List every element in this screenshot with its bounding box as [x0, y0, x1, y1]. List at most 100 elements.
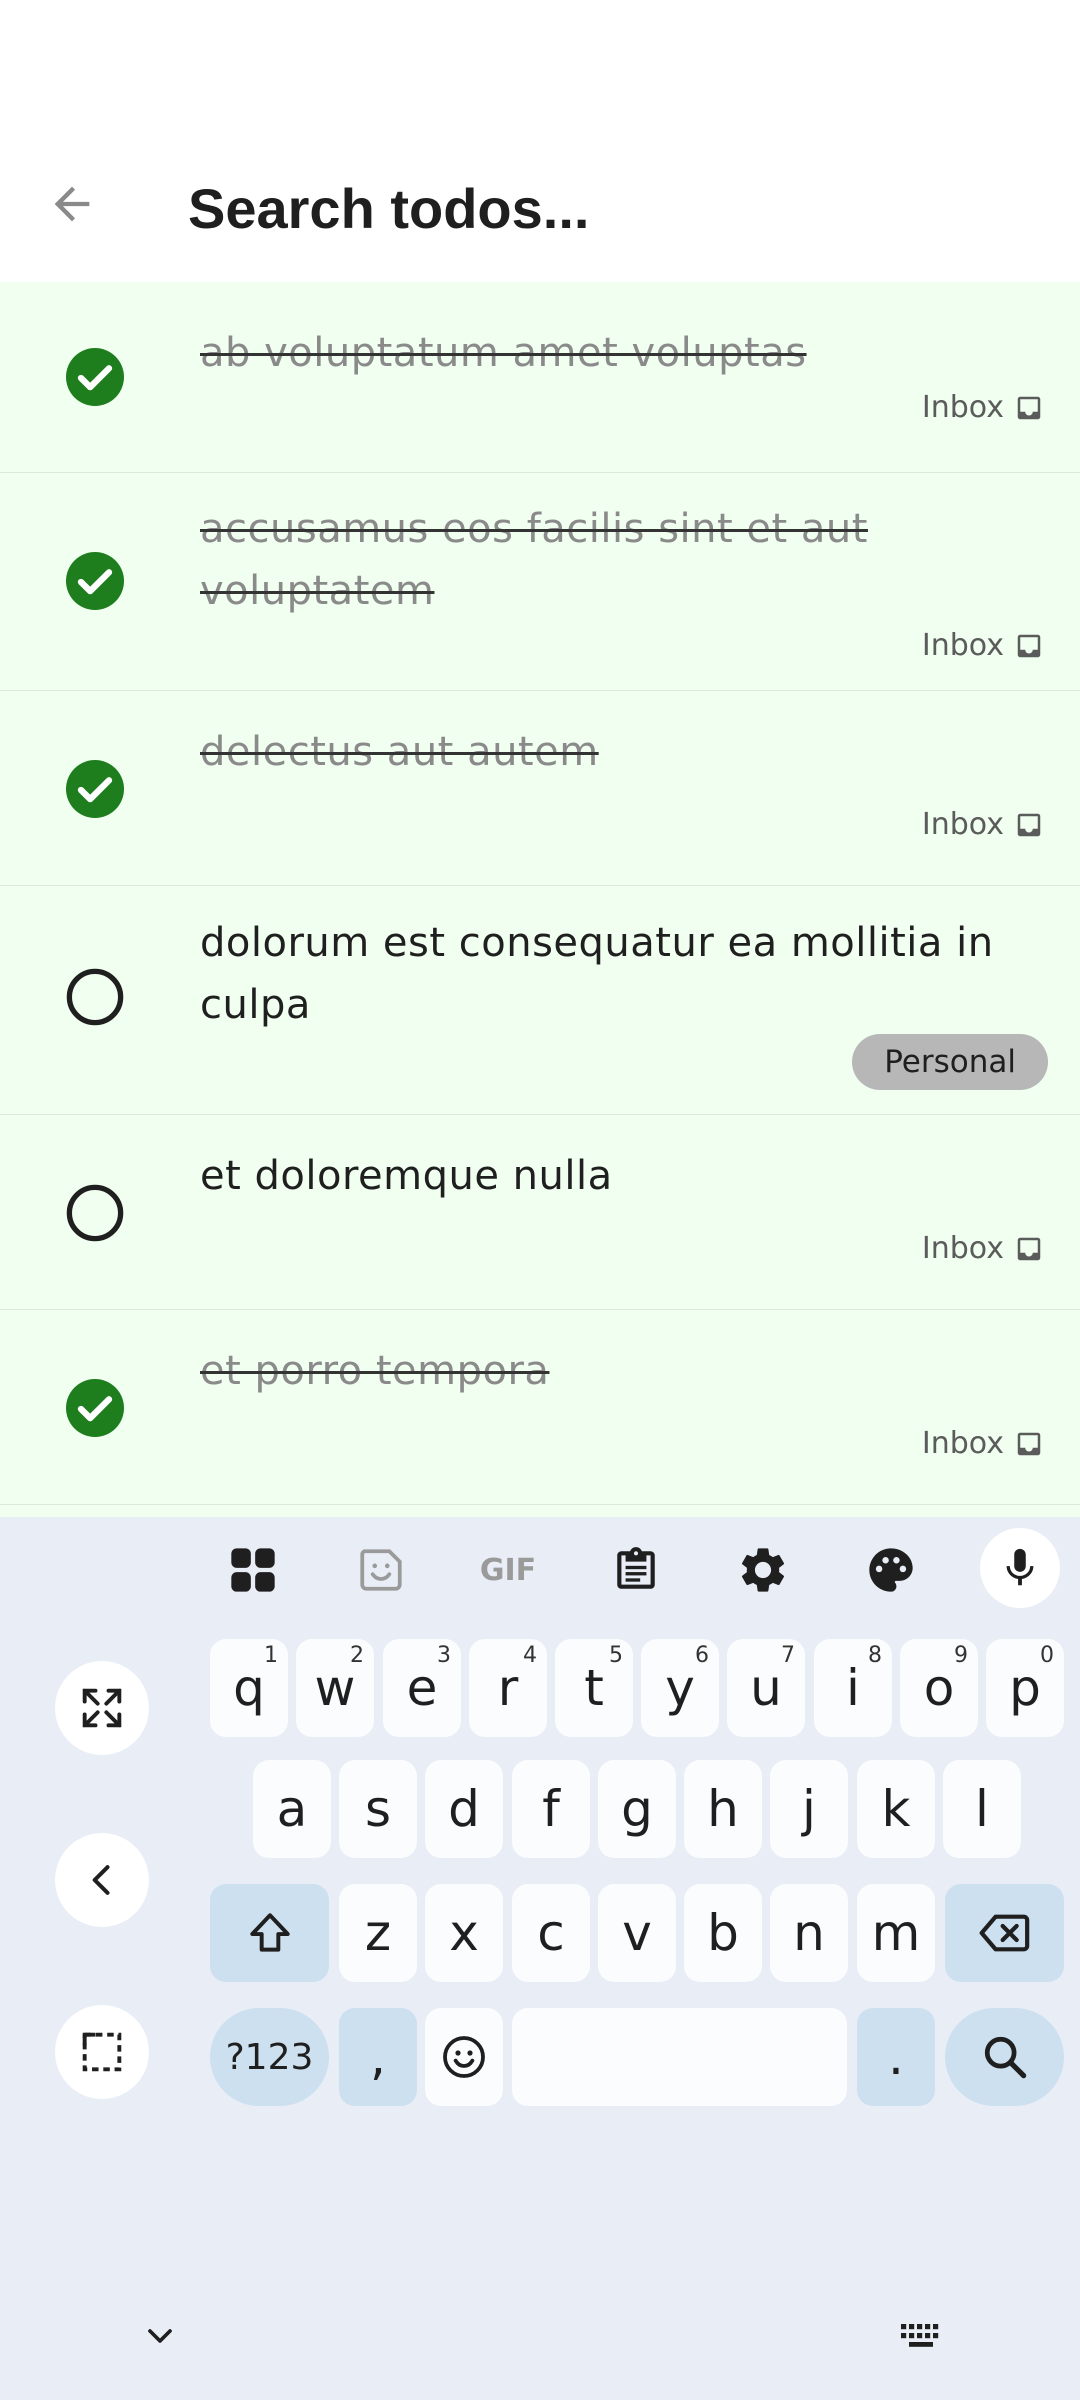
symbols-key[interactable]: ?123 — [210, 2008, 329, 2106]
select-all-icon — [82, 2032, 122, 2072]
key-e[interactable]: e3 — [383, 1639, 461, 1737]
key-i[interactable]: i8 — [814, 1639, 892, 1737]
key-x[interactable]: x — [425, 1884, 503, 1982]
project-label: Inbox — [921, 390, 1004, 425]
space-key[interactable] — [512, 2008, 847, 2106]
key-l[interactable]: l — [943, 1760, 1021, 1858]
key-y[interactable]: y6 — [641, 1639, 719, 1737]
chevron-down-icon — [148, 2329, 172, 2343]
inbox-icon — [1017, 813, 1041, 836]
key-o[interactable]: o9 — [900, 1639, 978, 1737]
search-icon — [984, 2036, 1026, 2079]
todo-item[interactable]: et doloremque nulla Inbox — [0, 1115, 1080, 1310]
key-z[interactable]: z — [339, 1884, 417, 1982]
apps-grid-icon — [231, 1548, 275, 1592]
todo-item[interactable]: accusamus eos facilis sint et aut volupt… — [0, 473, 1080, 691]
key-h[interactable]: h — [684, 1760, 762, 1858]
key-b[interactable]: b — [684, 1884, 762, 1982]
key-f[interactable]: f — [512, 1760, 590, 1858]
project-chip[interactable]: Personal — [852, 1034, 1048, 1090]
key-j[interactable]: j — [770, 1760, 848, 1858]
inbox-icon — [1017, 634, 1041, 657]
todo-title: accusamus eos facilis sint et aut volupt… — [200, 506, 868, 614]
microphone-icon — [1006, 1548, 1034, 1586]
key-g[interactable]: g — [598, 1760, 676, 1858]
emoji-icon — [443, 2036, 485, 2078]
switch-keyboard-button[interactable] — [890, 2312, 952, 2360]
shift-icon — [249, 1913, 290, 1952]
key-u[interactable]: u7 — [727, 1639, 805, 1737]
key-p[interactable]: p0 — [986, 1639, 1064, 1737]
key-r[interactable]: r4 — [469, 1639, 547, 1737]
voice-input-button[interactable] — [980, 1528, 1060, 1608]
key-c[interactable]: c — [512, 1884, 590, 1982]
cursor-left-button[interactable] — [55, 1833, 149, 1927]
project-label: Inbox — [921, 807, 1004, 842]
project-label: Inbox — [921, 1231, 1004, 1266]
project-tag: Inbox — [922, 1426, 1044, 1461]
todo-list: ab voluptatum amet voluptas Inbox accusa… — [0, 282, 1080, 1517]
clipboard-icon — [617, 1547, 655, 1589]
key-a[interactable]: a — [253, 1760, 331, 1858]
period-key[interactable]: . — [857, 2008, 935, 2106]
keyboard-icon — [901, 2324, 939, 2347]
project-label: Inbox — [921, 1426, 1004, 1461]
todo-item[interactable]: dolorum est consequatur ea mollitia in c… — [0, 886, 1080, 1115]
gear-icon — [741, 1548, 785, 1592]
unchecked-circle-icon[interactable] — [66, 968, 124, 1026]
expand-icon — [82, 1688, 122, 1728]
theme-button[interactable] — [851, 1530, 931, 1610]
inbox-icon — [1017, 1432, 1041, 1455]
project-tag: Inbox — [922, 807, 1044, 842]
key-t[interactable]: t5 — [555, 1639, 633, 1737]
todo-item[interactable]: et porro tempora Inbox — [0, 1310, 1080, 1505]
todo-item[interactable]: ab voluptatum amet voluptas Inbox — [0, 282, 1080, 473]
project-tag: Inbox — [922, 390, 1044, 425]
key-s[interactable]: s — [339, 1760, 417, 1858]
sticker-button[interactable] — [341, 1530, 421, 1610]
back-button[interactable] — [36, 168, 108, 240]
select-text-button[interactable] — [55, 2005, 149, 2099]
arrow-back-icon — [54, 186, 90, 222]
shift-key[interactable] — [210, 1884, 329, 1982]
key-w[interactable]: w2 — [296, 1639, 374, 1737]
todo-title: et doloremque nulla — [200, 1153, 613, 1199]
todo-item[interactable]: delectus aut autem Inbox — [0, 691, 1080, 886]
key-q[interactable]: q1 — [210, 1639, 288, 1737]
backspace-icon — [979, 1914, 1029, 1952]
key-v[interactable]: v — [598, 1884, 676, 1982]
settings-button[interactable] — [723, 1530, 803, 1610]
clipboard-button[interactable] — [596, 1530, 676, 1610]
project-tag: Inbox — [922, 1231, 1044, 1266]
sticker-icon — [360, 1549, 402, 1591]
checked-circle-icon[interactable] — [66, 348, 124, 406]
key-n[interactable]: n — [770, 1884, 848, 1982]
unchecked-circle-icon[interactable] — [66, 1184, 124, 1242]
checked-circle-icon[interactable] — [66, 552, 124, 610]
project-tag: Inbox — [922, 628, 1044, 663]
expand-keyboard-button[interactable] — [55, 1661, 149, 1755]
key-k[interactable]: k — [857, 1760, 935, 1858]
search-input[interactable] — [188, 168, 1028, 248]
inbox-icon — [1017, 1237, 1041, 1260]
emoji-key[interactable] — [425, 2008, 503, 2106]
app-bar — [0, 0, 1080, 282]
inbox-icon — [1017, 396, 1041, 419]
todo-title: dolorum est consequatur ea mollitia in c… — [200, 920, 994, 1028]
backspace-key[interactable] — [945, 1884, 1064, 1982]
todo-title: ab voluptatum amet voluptas — [200, 330, 807, 376]
hide-keyboard-button[interactable] — [130, 2312, 190, 2360]
gif-button[interactable]: GIF — [468, 1530, 548, 1610]
checked-circle-icon[interactable] — [66, 1379, 124, 1437]
todo-title: et porro tempora — [200, 1348, 550, 1394]
checked-circle-icon[interactable] — [66, 760, 124, 818]
key-m[interactable]: m — [857, 1884, 935, 1982]
project-label: Inbox — [921, 628, 1004, 663]
key-d[interactable]: d — [425, 1760, 503, 1858]
chevron-left-icon — [92, 1865, 110, 1895]
apps-grid-button[interactable] — [213, 1530, 293, 1610]
search-key[interactable] — [945, 2008, 1064, 2106]
palette-icon — [869, 1548, 913, 1592]
comma-key[interactable]: , — [339, 2008, 417, 2106]
todo-title: delectus aut autem — [200, 729, 599, 775]
